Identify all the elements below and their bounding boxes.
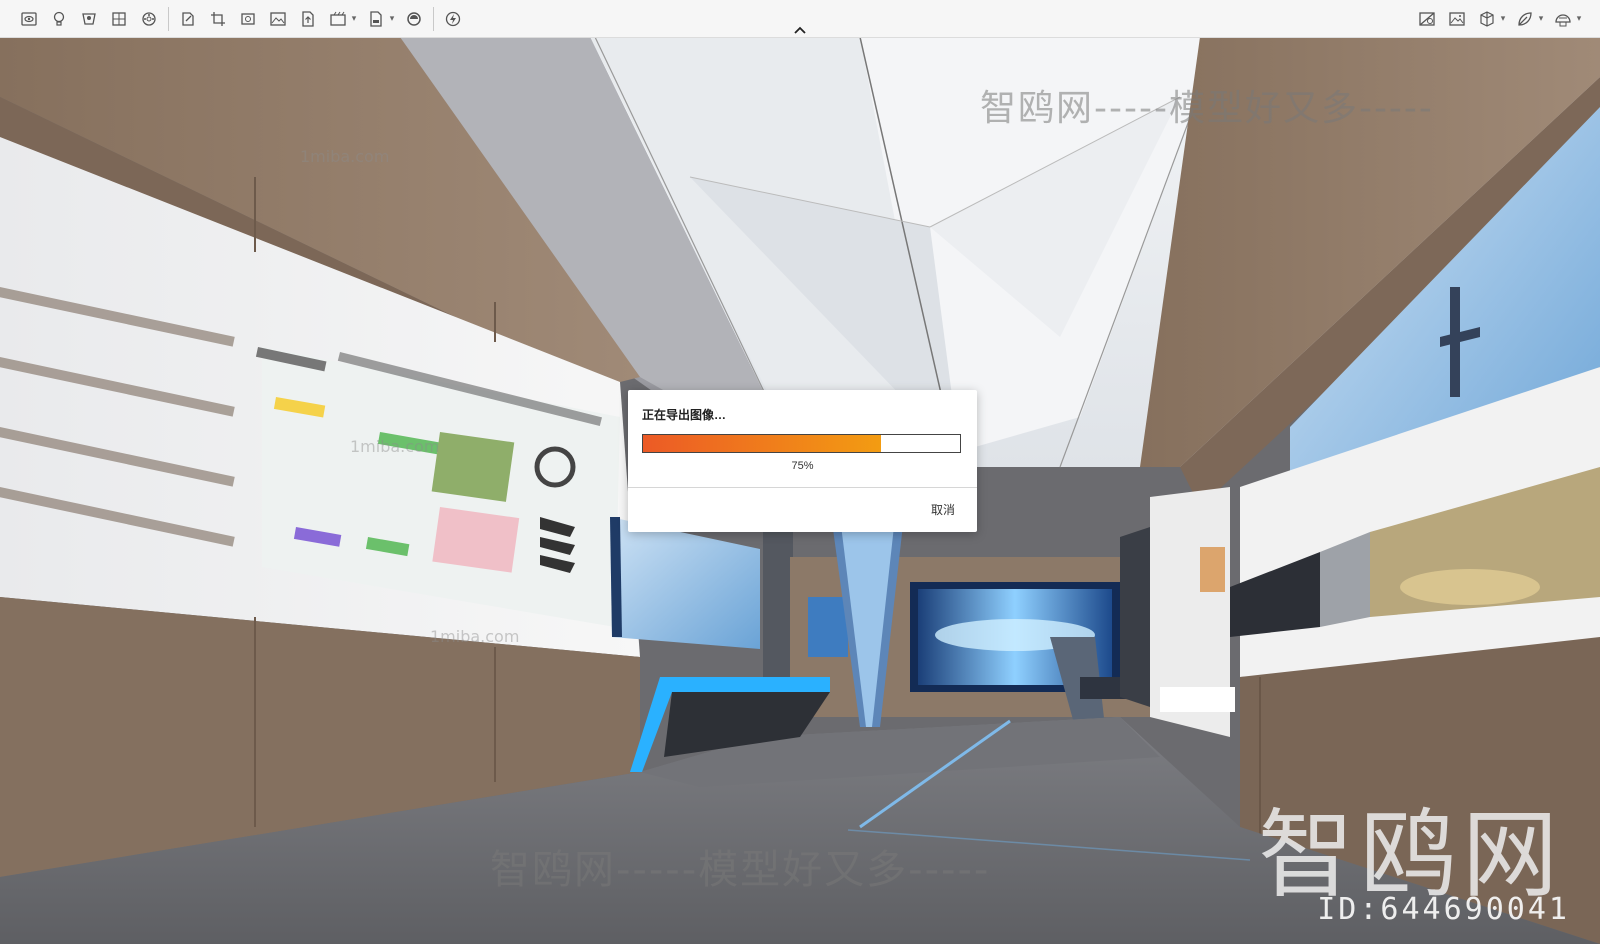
cancel-button[interactable]: 取消	[931, 501, 955, 518]
film-icon[interactable]	[134, 4, 164, 34]
toolbar-separator	[168, 6, 169, 31]
render-icon[interactable]	[323, 4, 353, 34]
dialog-divider	[628, 487, 977, 488]
progress-fill	[643, 435, 881, 452]
picture-icon[interactable]	[1442, 4, 1472, 34]
dialog-title: 正在导出图像…	[642, 408, 727, 422]
progress-percent: 75%	[791, 460, 814, 472]
eye-icon[interactable]	[14, 4, 44, 34]
toolbar-right-group: ▾ ▾ ▾	[1412, 0, 1586, 37]
image-icon[interactable]	[263, 4, 293, 34]
lightning-icon[interactable]	[438, 4, 468, 34]
watermark-id: ID:644690041	[1317, 892, 1570, 927]
grid-icon[interactable]	[104, 4, 134, 34]
toolbar-separator	[433, 6, 434, 31]
bulb-icon[interactable]	[44, 4, 74, 34]
progress-bar	[642, 434, 961, 453]
dome-icon[interactable]	[1548, 4, 1578, 34]
export-progress-dialog: 正在导出图像… 75% 取消	[628, 390, 977, 532]
palette-icon[interactable]	[399, 4, 429, 34]
leaf-icon[interactable]	[1510, 4, 1540, 34]
camera-icon[interactable]	[74, 4, 104, 34]
edit-icon[interactable]	[173, 4, 203, 34]
chevron-up-icon[interactable]	[788, 22, 812, 38]
zoom-icon[interactable]	[233, 4, 263, 34]
file-icon[interactable]	[361, 4, 391, 34]
export-icon[interactable]	[293, 4, 323, 34]
crop-icon[interactable]	[203, 4, 233, 34]
cube-icon[interactable]	[1472, 4, 1502, 34]
toolbar-left-group: ▾ ▾	[14, 0, 468, 37]
no-image-icon[interactable]	[1412, 4, 1442, 34]
